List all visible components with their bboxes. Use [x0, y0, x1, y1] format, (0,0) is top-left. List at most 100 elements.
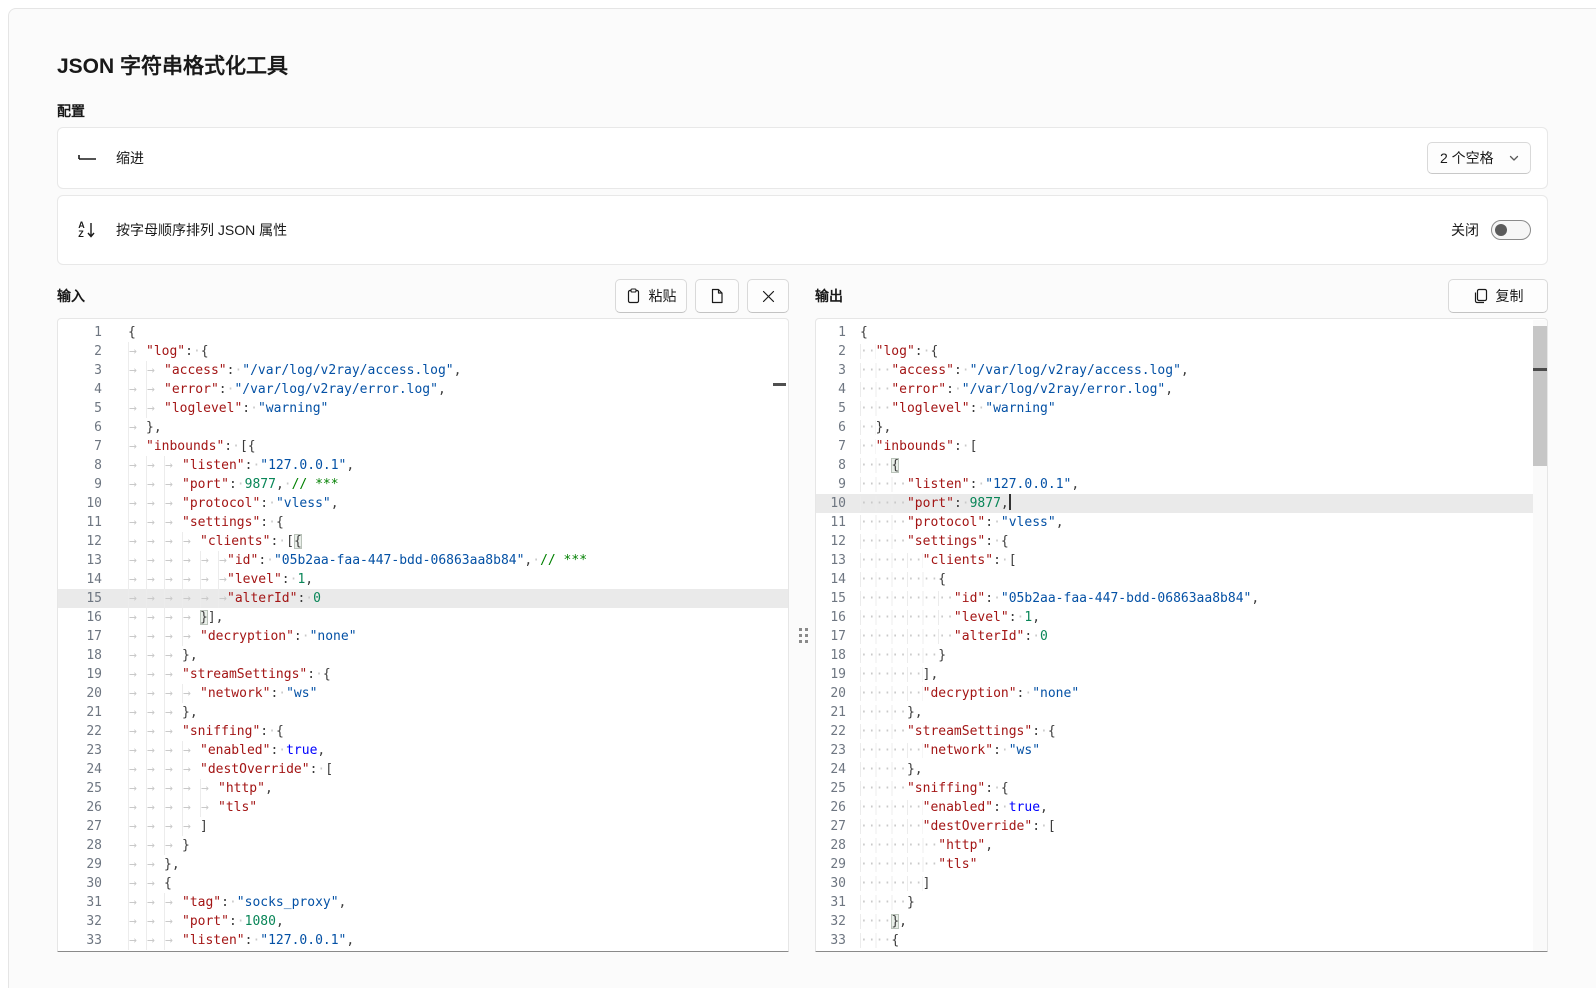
code-line[interactable]: 4····"error":·"/var/log/v2ray/error.log"…	[816, 380, 1547, 399]
code-line[interactable]: 30········]	[816, 874, 1547, 893]
code-line[interactable]: 22······"streamSettings":·{	[816, 722, 1547, 741]
code-line[interactable]: 6··},	[816, 418, 1547, 437]
page-title: JSON 字符串格式化工具	[57, 50, 288, 80]
code-line[interactable]: 16············"level":·1,	[816, 608, 1547, 627]
panel-splitter-grip[interactable]	[799, 628, 809, 646]
code-line[interactable]: 11······"protocol":·"vless",	[816, 513, 1547, 532]
code-line[interactable]: 14··········{	[816, 570, 1547, 589]
code-line[interactable]: 30→→{	[58, 874, 788, 893]
code-line[interactable]: 17············"alterId":·0	[816, 627, 1547, 646]
code-text: →→→"listen":·"127.0.0.1",	[102, 931, 354, 950]
code-line[interactable]: 31→→→"tag":·"socks_proxy",	[58, 893, 788, 912]
code-text: {	[102, 323, 136, 342]
code-line[interactable]: 5→→"loglevel":·"warning"	[58, 399, 788, 418]
indentation-select[interactable]: 2 个空格	[1427, 142, 1531, 174]
code-line[interactable]: 33→→→"listen":·"127.0.0.1",	[58, 931, 788, 950]
code-line[interactable]: 1{	[816, 323, 1547, 342]
code-text: →→→→→"tls"	[102, 798, 257, 817]
code-line[interactable]: 29→→},	[58, 855, 788, 874]
code-line[interactable]: 12→→→→"clients":·[{	[58, 532, 788, 551]
code-line[interactable]: 26········"enabled":·true,	[816, 798, 1547, 817]
code-line[interactable]: 28··········"http",	[816, 836, 1547, 855]
code-line[interactable]: 19········],	[816, 665, 1547, 684]
code-line[interactable]: 32→→→"port":·1080,	[58, 912, 788, 931]
code-line[interactable]: 18··········}	[816, 646, 1547, 665]
code-text: ····"loglevel":·"warning"	[846, 399, 1056, 418]
code-line[interactable]: 24→→→→"destOverride":·[	[58, 760, 788, 779]
code-line[interactable]: 14→→→→→→"level":·1,	[58, 570, 788, 589]
sort-toggle[interactable]	[1491, 220, 1531, 240]
code-line[interactable]: 10······"port":·9877,	[816, 494, 1547, 513]
code-line[interactable]: 25······"sniffing":·{	[816, 779, 1547, 798]
code-line[interactable]: 13········"clients":·[	[816, 551, 1547, 570]
code-line[interactable]: 1{	[58, 323, 788, 342]
code-line[interactable]: 7··"inbounds":·[	[816, 437, 1547, 456]
code-text: ······"protocol":·"vless",	[846, 513, 1064, 532]
line-number: 20	[816, 684, 846, 703]
code-line[interactable]: 21→→→},	[58, 703, 788, 722]
code-line[interactable]: 13→→→→→→"id":·"05b2aa-faa-447-bdd-06863a…	[58, 551, 788, 570]
code-line[interactable]: 22→→→"sniffing":·{	[58, 722, 788, 741]
code-line[interactable]: 7→"inbounds":·[{	[58, 437, 788, 456]
code-line[interactable]: 10→→→"protocol":·"vless",	[58, 494, 788, 513]
code-line[interactable]: 31······}	[816, 893, 1547, 912]
code-line[interactable]: 9······"listen":·"127.0.0.1",	[816, 475, 1547, 494]
line-number: 30	[58, 874, 102, 893]
code-line[interactable]: 16→→→→}],	[58, 608, 788, 627]
code-line[interactable]: 32····},	[816, 912, 1547, 931]
code-line[interactable]: 25→→→→→"http",	[58, 779, 788, 798]
code-line[interactable]: 3→→"access":·"/var/log/v2ray/access.log"…	[58, 361, 788, 380]
code-line[interactable]: 18→→→},	[58, 646, 788, 665]
code-line[interactable]: 12······"settings":·{	[816, 532, 1547, 551]
line-number: 28	[816, 836, 846, 855]
code-line[interactable]: 3····"access":·"/var/log/v2ray/access.lo…	[816, 361, 1547, 380]
code-text: →→→→]	[102, 817, 208, 836]
code-line[interactable]: 17→→→→"decryption":·"none"	[58, 627, 788, 646]
code-text: ············"alterId":·0	[846, 627, 1048, 646]
code-line[interactable]: 15············"id":·"05b2aa-faa-447-bdd-…	[816, 589, 1547, 608]
code-line[interactable]: 28→→→}	[58, 836, 788, 855]
output-code-editor[interactable]: 1{2··"log":·{3····"access":·"/var/log/v2…	[815, 318, 1548, 952]
code-line[interactable]: 15→→→→→→"alterId":·0	[58, 589, 788, 608]
code-text: ······"port":·9877,	[846, 494, 1011, 513]
paste-button[interactable]: 粘贴	[615, 279, 687, 313]
code-text: ··········{	[846, 570, 946, 589]
input-overview-cursor-mark	[773, 383, 786, 386]
line-number: 19	[816, 665, 846, 684]
code-line[interactable]: 19→→→"streamSettings":·{	[58, 665, 788, 684]
code-line[interactable]: 20→→→→"network":·"ws"	[58, 684, 788, 703]
code-text: →→→}	[102, 836, 190, 855]
code-line[interactable]: 27→→→→]	[58, 817, 788, 836]
code-text: ····"access":·"/var/log/v2ray/access.log…	[846, 361, 1189, 380]
line-number: 11	[816, 513, 846, 532]
input-code-editor[interactable]: 1{2→"log":·{3→→"access":·"/var/log/v2ray…	[57, 318, 789, 952]
code-line[interactable]: 29··········"tls"	[816, 855, 1547, 874]
code-line[interactable]: 11→→→"settings":·{	[58, 513, 788, 532]
input-label: 输入	[57, 286, 85, 306]
code-line[interactable]: 20········"decryption":·"none"	[816, 684, 1547, 703]
code-line[interactable]: 27········"destOverride":·[	[816, 817, 1547, 836]
code-line[interactable]: 4→→"error":·"/var/log/v2ray/error.log",	[58, 380, 788, 399]
code-line[interactable]: 21······},	[816, 703, 1547, 722]
output-scrollbar[interactable]	[1533, 320, 1547, 952]
output-scrollbar-thumb[interactable]	[1533, 326, 1547, 466]
code-line[interactable]: 23········"network":·"ws"	[816, 741, 1547, 760]
code-line[interactable]: 9→→→"port":·9877,·// ***	[58, 475, 788, 494]
code-line[interactable]: 8→→→"listen":·"127.0.0.1",	[58, 456, 788, 475]
code-line[interactable]: 2→"log":·{	[58, 342, 788, 361]
code-text: →→"loglevel":·"warning"	[102, 399, 328, 418]
clear-button[interactable]	[747, 279, 789, 313]
code-line[interactable]: 23→→→→"enabled":·true,	[58, 741, 788, 760]
copy-button[interactable]: 复制	[1448, 279, 1548, 313]
code-text: →→→"streamSettings":·{	[102, 665, 331, 684]
code-text: ····},	[846, 912, 907, 931]
code-line[interactable]: 8····{	[816, 456, 1547, 475]
code-line[interactable]: 6→},	[58, 418, 788, 437]
code-line[interactable]: 2··"log":·{	[816, 342, 1547, 361]
code-line[interactable]: 5····"loglevel":·"warning"	[816, 399, 1547, 418]
copy-button-label: 复制	[1496, 286, 1524, 306]
code-line[interactable]: 26→→→→→"tls"	[58, 798, 788, 817]
open-file-button[interactable]	[695, 279, 739, 313]
code-line[interactable]: 24······},	[816, 760, 1547, 779]
code-line[interactable]: 33····{	[816, 931, 1547, 950]
